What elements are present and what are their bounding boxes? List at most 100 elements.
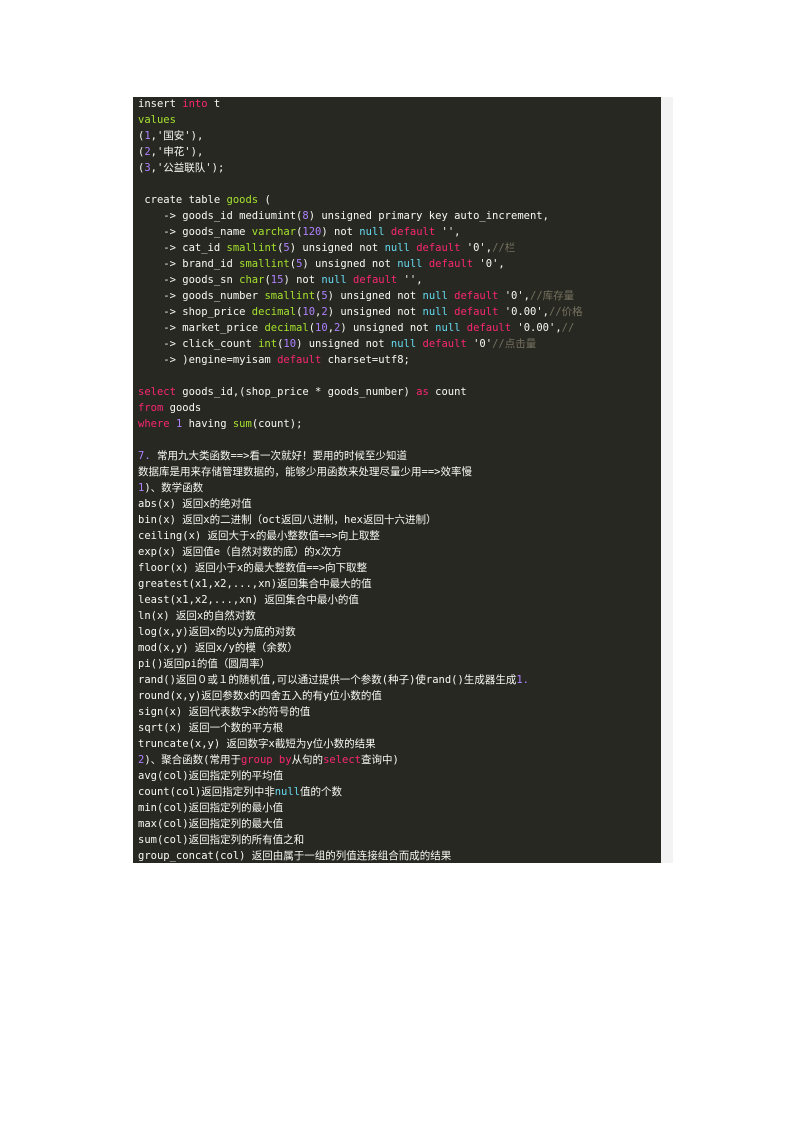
code-line: -> shop_price decimal(10,2) unsigned not… <box>133 305 661 321</box>
code-token: ( <box>258 194 271 206</box>
code-token: count <box>428 386 467 398</box>
code-line: -> brand_id smallint(5) unsigned not nul… <box>133 257 661 273</box>
code-line: log(x,y)返回x的以y为底的对数 <box>133 625 661 641</box>
code-token: smallint <box>226 242 278 254</box>
code-token: //价格 <box>549 306 583 318</box>
code-line: abs(x) 返回x的绝对值 <box>133 497 661 513</box>
code-token: log(x,y)返回x的以y为底的对数 <box>138 626 296 638</box>
code-token: null <box>321 274 347 286</box>
code-token: greatest(x1,x2,...,xn)返回集合中最大的值 <box>138 578 372 590</box>
code-token: 查询中) <box>361 754 399 766</box>
code-token: ) unsigned not <box>340 322 436 334</box>
code-line: values <box>133 113 661 129</box>
code-token: //栏 <box>492 242 516 254</box>
code-token: (count); <box>251 418 303 430</box>
code-token: default <box>454 306 499 318</box>
code-token: '0', <box>498 290 530 302</box>
code-line: -> cat_id smallint(5) unsigned not null … <box>133 241 661 257</box>
code-token: t <box>207 98 221 110</box>
code-token: null <box>397 258 423 270</box>
code-line: -> market_price decimal(10,2) unsigned n… <box>133 321 661 337</box>
code-token: -> cat_id <box>138 242 227 254</box>
code-token: goods <box>226 194 259 206</box>
code-token: ) unsigned not <box>302 258 398 270</box>
code-token: ,'申花'), <box>150 146 204 158</box>
code-token: values <box>138 114 176 126</box>
code-line: from goods <box>133 401 661 417</box>
code-line: -> goods_name varchar(120) not null defa… <box>133 225 661 241</box>
code-token: default <box>454 290 499 302</box>
code-token: default <box>416 242 461 254</box>
code-line: ceiling(x) 返回大于x的最小整数值==>向上取整 <box>133 529 661 545</box>
code-token: exp(x) 返回值e（自然对数的底）的x次方 <box>138 546 342 558</box>
code-token: sign(x) 返回代表数字x的符号的值 <box>138 706 311 718</box>
code-token: min(col)返回指定列的最小值 <box>138 802 284 814</box>
code-line: pi()返回pi的值（圆周率） <box>133 657 661 673</box>
code-token: decimal <box>251 306 297 318</box>
code-token: -> brand_id <box>138 258 240 270</box>
code-token: where <box>138 418 170 430</box>
code-token: ) unsigned not <box>327 290 423 302</box>
code-line: 1)、数学函数 <box>133 481 661 497</box>
code-line: -> click_count int(10) unsigned not null… <box>133 337 661 353</box>
code-token: smallint <box>239 258 290 270</box>
code-token: ,'公益联队'); <box>150 162 225 174</box>
code-line: (1,'国安'), <box>133 129 661 145</box>
code-token: // <box>561 322 575 334</box>
code-token: default <box>277 354 322 366</box>
code-token: null <box>359 226 385 238</box>
code-token: ) unsigned not <box>327 306 423 318</box>
code-line: min(col)返回指定列的最小值 <box>133 801 661 817</box>
code-token: insert <box>138 98 183 110</box>
code-token: create table <box>138 194 227 206</box>
code-token: -> goods_name <box>138 226 252 238</box>
code-token: ) not <box>321 226 360 238</box>
code-line: sign(x) 返回代表数字x的符号的值 <box>133 705 661 721</box>
code-token: ) not <box>283 274 322 286</box>
code-token: truncate(x,y) 返回数字x截短为y位小数的结果 <box>138 738 376 750</box>
code-token: select <box>323 754 361 766</box>
code-token: count(col)返回指定列中非 <box>138 786 275 798</box>
code-line: rand()返回０或１的随机值,可以通过提供一个参数(种子)使rand()生成器… <box>133 673 661 689</box>
code-token: default <box>428 258 474 270</box>
code-token: '0', <box>460 242 493 254</box>
code-line: exp(x) 返回值e（自然对数的底）的x次方 <box>133 545 661 561</box>
code-token: sum(col)返回指定列的所有值之和 <box>138 834 305 846</box>
code-token: floor(x) 返回小于x的最大整数值==>向下取整 <box>138 562 368 574</box>
code-token: 1. <box>516 674 529 686</box>
code-token: sum <box>232 418 252 430</box>
code-line: insert into t <box>133 97 661 113</box>
code-token: '0.00', <box>511 322 562 334</box>
code-token: round(x,y)返回参数x的四舍五入的有y位小数的值 <box>138 690 382 702</box>
code-token: null <box>422 306 448 318</box>
code-token: -> click_count <box>138 338 259 350</box>
code-line: count(col)返回指定列中非null值的个数 <box>133 785 661 801</box>
code-line: -> goods_number smallint(5) unsigned not… <box>133 289 661 305</box>
code-token: group_concat(col) 返回由属于一组的列值连接组合而成的结果 <box>138 850 452 862</box>
code-token: -> shop_price <box>138 306 252 318</box>
code-token: mod(x,y) 返回x/y的模（余数） <box>138 642 298 654</box>
code-line: bin(x) 返回x的二进制（oct返回八进制，hex返回十六进制） <box>133 513 661 529</box>
code-token: rand()返回０或１的随机值,可以通过提供一个参数(种子)使rand()生成器… <box>138 674 517 686</box>
code-token: '0' <box>466 338 493 350</box>
code-token: least(x1,x2,...,xn) 返回集合中最小的值 <box>138 594 359 606</box>
code-token: bin(x) 返回x的二进制（oct返回八进制，hex返回十六进制） <box>138 514 437 526</box>
code-token: -> goods_number <box>138 290 265 302</box>
code-token: )、数学函数 <box>144 482 204 494</box>
code-token: -> goods_id mediumint( <box>138 210 303 222</box>
code-token: from <box>138 402 164 414</box>
code-line: create table goods ( <box>133 193 661 209</box>
code-line: where 1 having sum(count); <box>133 417 661 433</box>
code-block-scrollbar-strip <box>661 97 673 863</box>
code-token: 10 <box>315 322 328 334</box>
code-token: select <box>138 386 176 398</box>
code-line: mod(x,y) 返回x/y的模（余数） <box>133 641 661 657</box>
code-token: default <box>390 226 436 238</box>
code-token: group by <box>240 754 292 766</box>
code-token: goods_id,(shop_price * goods_number) <box>175 386 417 398</box>
code-line: 2)、聚合函数(常用于group by从句的select查询中) <box>133 753 661 769</box>
code-token: charset=utf8; <box>321 354 410 366</box>
code-token: pi()返回pi的值（圆周率） <box>138 658 271 670</box>
